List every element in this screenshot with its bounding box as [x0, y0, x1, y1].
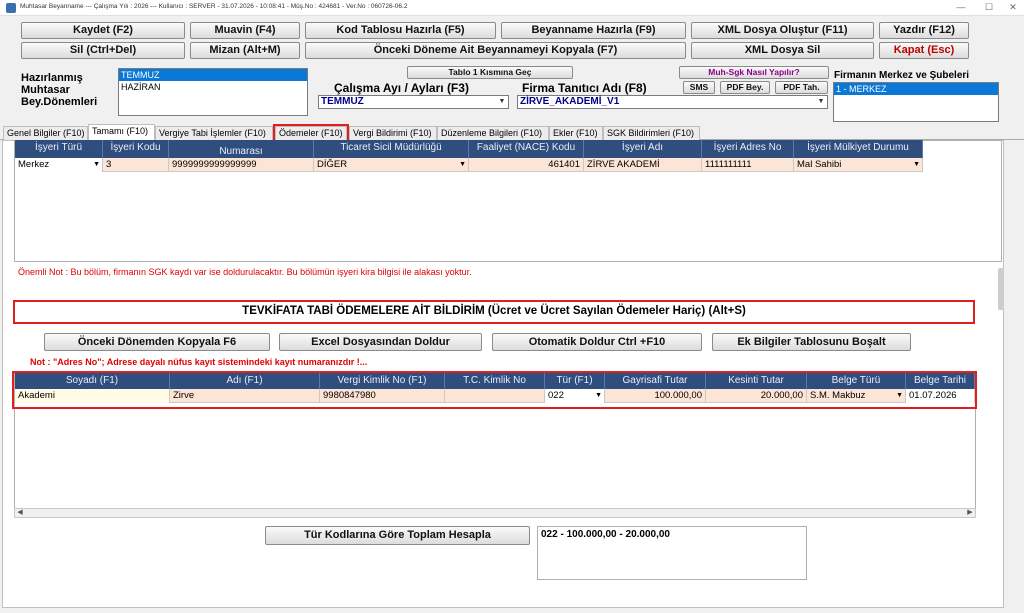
app-icon: [6, 3, 16, 13]
mizan-button[interactable]: Mizan (Alt+M): [190, 42, 300, 59]
totals-result: 022 - 100.000,00 - 20.000,00: [537, 526, 807, 580]
table-row[interactable]: Merkez ▼ 3 9999999999999999 DİĞER ▼ 461401…: [15, 158, 923, 172]
chevron-down-icon[interactable]: ▼: [913, 158, 920, 171]
periods-label-line: Bey.Dönemleri: [21, 96, 98, 108]
window-title: Muhtasar Beyanname --- Çalışma Yılı : 20…: [20, 3, 408, 10]
sms-button[interactable]: SMS: [683, 81, 715, 94]
tab-vergiye-tabi[interactable]: Vergiye Tabi İşlemler (F10): [155, 126, 273, 140]
periods-list[interactable]: TEMMUZ HAZİRAN: [118, 68, 308, 116]
tab-tamami[interactable]: Tamamı (F10): [88, 124, 155, 140]
table-cell[interactable]: 1111111111: [702, 158, 794, 172]
column-header[interactable]: İşyeri Türü: [15, 140, 103, 158]
clear-table-button[interactable]: Ek Bilgiler Tablosunu Boşalt: [712, 333, 911, 351]
xml-create-button[interactable]: XML Dosya Oluştur (F11): [691, 22, 874, 39]
horizontal-scrollbar[interactable]: ◀ ▶: [14, 508, 976, 518]
table-cell[interactable]: 9999999999999999: [169, 158, 314, 172]
tab-vergi-bildirimi[interactable]: Vergi Bildirimi (F10): [349, 126, 437, 140]
tab-duzenleme[interactable]: Düzenleme Bilgileri (F10): [437, 126, 549, 140]
beyanname-hazirla-button[interactable]: Beyanname Hazırla (F9): [501, 22, 686, 39]
table-cell[interactable]: ZİRVE AKADEMİ: [584, 158, 702, 172]
pdf-bey-button[interactable]: PDF Bey.: [720, 81, 770, 94]
copy-previous-button[interactable]: Önceki Döneme Ait Beyannameyi Kopyala (F…: [305, 42, 686, 59]
firma-value: ZİRVE_AKADEMİ_V1: [520, 96, 620, 107]
column-header[interactable]: Ticaret Sicil Müdürlüğü: [314, 140, 469, 158]
calisma-label: Çalışma Ayı / Ayları (F3): [334, 81, 469, 95]
table-cell[interactable]: Merkez ▼: [15, 158, 103, 172]
payment-grid-highlight: [12, 371, 977, 409]
section-title: TEVKİFATA TABİ ÖDEMELERE AİT BİLDİRİM (Ü…: [242, 305, 746, 317]
periods-label: Hazırlanmış Muhtasar Bey.Dönemleri: [21, 72, 97, 108]
chevron-down-icon[interactable]: ▼: [816, 97, 826, 107]
cell-text: DİĞER: [317, 159, 348, 170]
calisma-select[interactable]: TEMMUZ ▼: [318, 95, 509, 109]
print-button[interactable]: Yazdır (F12): [879, 22, 969, 39]
tab-genel-bilgiler[interactable]: Genel Bilgiler (F10): [3, 126, 88, 140]
branches-label: Firmanın Merkez ve Şubeleri: [834, 70, 970, 81]
calculate-totals-button[interactable]: Tür Kodlarına Göre Toplam Hesapla: [265, 526, 530, 545]
adres-note: Not : "Adres No"; Adrese dayalı nüfus ka…: [30, 357, 368, 367]
column-header[interactable]: İşyeri Adı: [584, 140, 702, 158]
calisma-value: TEMMUZ: [321, 96, 364, 107]
excel-fill-button[interactable]: Excel Dosyasından Doldur: [279, 333, 482, 351]
periods-label-line: Hazırlanmış: [21, 72, 83, 84]
list-item[interactable]: HAZİRAN: [119, 81, 307, 93]
kod-tablosu-button[interactable]: Kod Tablosu Hazırla (F5): [305, 22, 496, 39]
column-header[interactable]: Faaliyet (NACE) Kodu: [469, 140, 584, 158]
muavin-button[interactable]: Muavin (F4): [190, 22, 300, 39]
table-cell[interactable]: 3: [103, 158, 169, 172]
chevron-down-icon[interactable]: ▼: [459, 158, 466, 171]
chevron-down-icon[interactable]: ▼: [497, 97, 507, 107]
tab-ekler[interactable]: Ekler (F10): [549, 126, 603, 140]
save-button[interactable]: Kaydet (F2): [21, 22, 185, 39]
close-icon[interactable]: ✕: [1006, 1, 1020, 13]
column-header[interactable]: İşyeri Mülkiyet Durumu: [794, 140, 923, 158]
tab-bar: Genel Bilgiler (F10) Tamamı (F10) Vergiy…: [0, 124, 1024, 142]
chevron-left-icon[interactable]: ◀: [15, 509, 25, 517]
delete-button[interactable]: Sil (Ctrl+Del): [21, 42, 185, 59]
column-header[interactable]: Numarası: [169, 140, 314, 158]
branches-list[interactable]: 1 - MERKEZ: [833, 82, 999, 122]
close-button[interactable]: Kapat (Esc): [879, 42, 969, 59]
title-bar: Muhtasar Beyanname --- Çalışma Yılı : 20…: [0, 0, 1024, 16]
list-item[interactable]: TEMMUZ: [119, 69, 307, 81]
sgk-grid-header: İşyeri Türü İşyeri Kodu Numarası Ticaret…: [15, 140, 923, 158]
column-header[interactable]: İşyeri Adres No: [702, 140, 794, 158]
table-cell[interactable]: Mal Sahibi ▼: [794, 158, 923, 172]
cell-text: Mal Sahibi: [797, 159, 842, 170]
pdf-tah-button[interactable]: PDF Tah.: [775, 81, 828, 94]
sgk-note: Önemli Not : Bu bölüm, firmanın SGK kayd…: [18, 267, 472, 277]
table-cell[interactable]: 461401: [469, 158, 584, 172]
chevron-right-icon[interactable]: ▶: [965, 509, 975, 517]
minimize-icon[interactable]: —: [954, 1, 968, 13]
auto-fill-button[interactable]: Otomatik Doldur Ctrl +F10: [492, 333, 702, 351]
firma-label: Firma Tanıtıcı Adı (F8): [522, 81, 647, 95]
column-header[interactable]: İşyeri Kodu: [103, 140, 169, 158]
maximize-icon[interactable]: ☐: [982, 1, 996, 13]
xml-delete-button[interactable]: XML Dosya Sil: [691, 42, 874, 59]
firma-select[interactable]: ZİRVE_AKADEMİ_V1 ▼: [517, 95, 828, 109]
tab-odemeler[interactable]: Ödemeler (F10): [273, 124, 349, 142]
chevron-down-icon[interactable]: ▼: [93, 158, 100, 171]
vertical-scrollbar[interactable]: [998, 268, 1004, 310]
cell-text: Merkez: [18, 159, 50, 170]
periods-label-line: Muhtasar: [21, 84, 70, 96]
list-item[interactable]: 1 - MERKEZ: [834, 83, 998, 95]
muh-sgk-help-button[interactable]: Muh-Sgk Nasıl Yapılır?: [679, 66, 829, 79]
copy-previous-period-button[interactable]: Önceki Dönemden Kopyala F6: [44, 333, 270, 351]
tab-sgk[interactable]: SGK Bildirimleri (F10): [603, 126, 700, 140]
table-cell[interactable]: DİĞER ▼: [314, 158, 469, 172]
tablo1-button[interactable]: Tablo 1 Kısmına Geç: [407, 66, 573, 79]
